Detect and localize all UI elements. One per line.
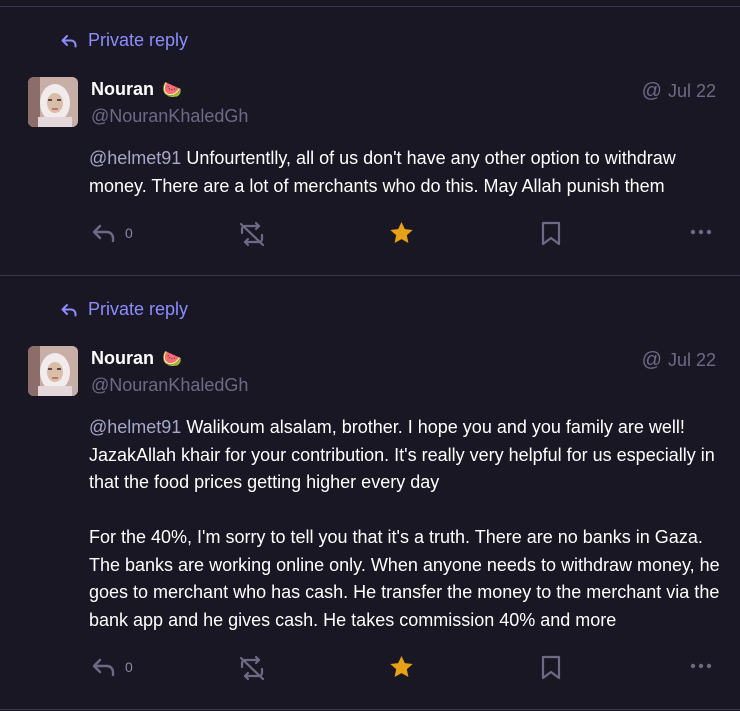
content-paragraph: @helmet91 Unfourtentlly, all of us don't… — [89, 145, 729, 200]
more-options-button[interactable] — [689, 228, 713, 236]
action-bar: 0 — [0, 219, 740, 249]
status-card[interactable]: Private reply Nouran 🍉 @NouranKhaledGh @… — [0, 276, 740, 710]
status-content: @helmet91 Walikoum alsalam, brother. I h… — [89, 414, 729, 634]
paragraph-text: Walikoum alsalam, brother. I hope you an… — [89, 417, 715, 492]
display-name[interactable]: Nouran 🍉 — [91, 348, 182, 369]
reply-count: 0 — [125, 225, 133, 241]
mention-visibility-icon: @ — [641, 80, 662, 102]
action-bar: 0 — [0, 653, 740, 683]
boost-icon — [239, 655, 265, 681]
reply-arrow-icon — [61, 34, 77, 47]
boost-button[interactable] — [238, 221, 266, 247]
star-icon — [390, 221, 413, 243]
watermelon-emoji: 🍉 — [162, 350, 182, 368]
avatar-image — [28, 77, 78, 127]
bookmark-button[interactable] — [540, 655, 562, 681]
avatar[interactable] — [28, 346, 78, 396]
mention-visibility-icon: @ — [641, 349, 662, 371]
display-name[interactable]: Nouran 🍉 — [91, 79, 182, 100]
bookmark-icon — [541, 655, 561, 680]
timestamp-date: Jul 22 — [667, 350, 716, 370]
status-content: @helmet91 Unfourtentlly, all of us don't… — [89, 145, 729, 200]
watermelon-emoji: 🍉 — [162, 81, 182, 99]
mention-link[interactable]: @helmet91 — [89, 148, 181, 168]
reply-button[interactable]: 0 — [91, 656, 133, 678]
reply-count: 0 — [125, 659, 133, 675]
display-name-text: Nouran — [91, 348, 154, 368]
favourite-button[interactable] — [388, 654, 415, 680]
timestamp-date: Jul 22 — [667, 81, 716, 101]
timestamp[interactable]: @ Jul 22 — [642, 349, 716, 372]
reply-icon — [92, 658, 115, 677]
bookmark-button[interactable] — [540, 221, 562, 247]
private-reply-indicator: Private reply — [60, 299, 188, 320]
private-reply-label: Private reply — [88, 299, 189, 319]
content-paragraph: @helmet91 Walikoum alsalam, brother. I h… — [89, 414, 729, 497]
avatar-image — [28, 346, 78, 396]
boost-button[interactable] — [238, 655, 266, 681]
status-card[interactable]: Private reply Nouran 🍉 @NouranKhaledGh @… — [0, 7, 740, 276]
reply-icon — [92, 224, 115, 243]
more-options-button[interactable] — [689, 662, 713, 670]
author-handle[interactable]: @NouranKhaledGh — [91, 106, 248, 127]
content-paragraph: For the 40%, I'm sorry to tell you that … — [89, 527, 720, 630]
display-name-text: Nouran — [91, 79, 154, 99]
boost-icon — [239, 221, 265, 247]
avatar[interactable] — [28, 77, 78, 127]
reply-button[interactable]: 0 — [91, 222, 133, 244]
more-icon — [690, 229, 712, 235]
timestamp[interactable]: @ Jul 22 — [642, 80, 716, 103]
bookmark-icon — [541, 221, 561, 246]
author-handle[interactable]: @NouranKhaledGh — [91, 375, 248, 396]
star-icon — [390, 655, 413, 677]
more-icon — [690, 663, 712, 669]
private-reply-label: Private reply — [88, 30, 189, 50]
mention-link[interactable]: @helmet91 — [89, 417, 181, 437]
favourite-button[interactable] — [388, 220, 415, 246]
private-reply-indicator: Private reply — [60, 30, 188, 51]
reply-arrow-icon — [61, 303, 77, 316]
